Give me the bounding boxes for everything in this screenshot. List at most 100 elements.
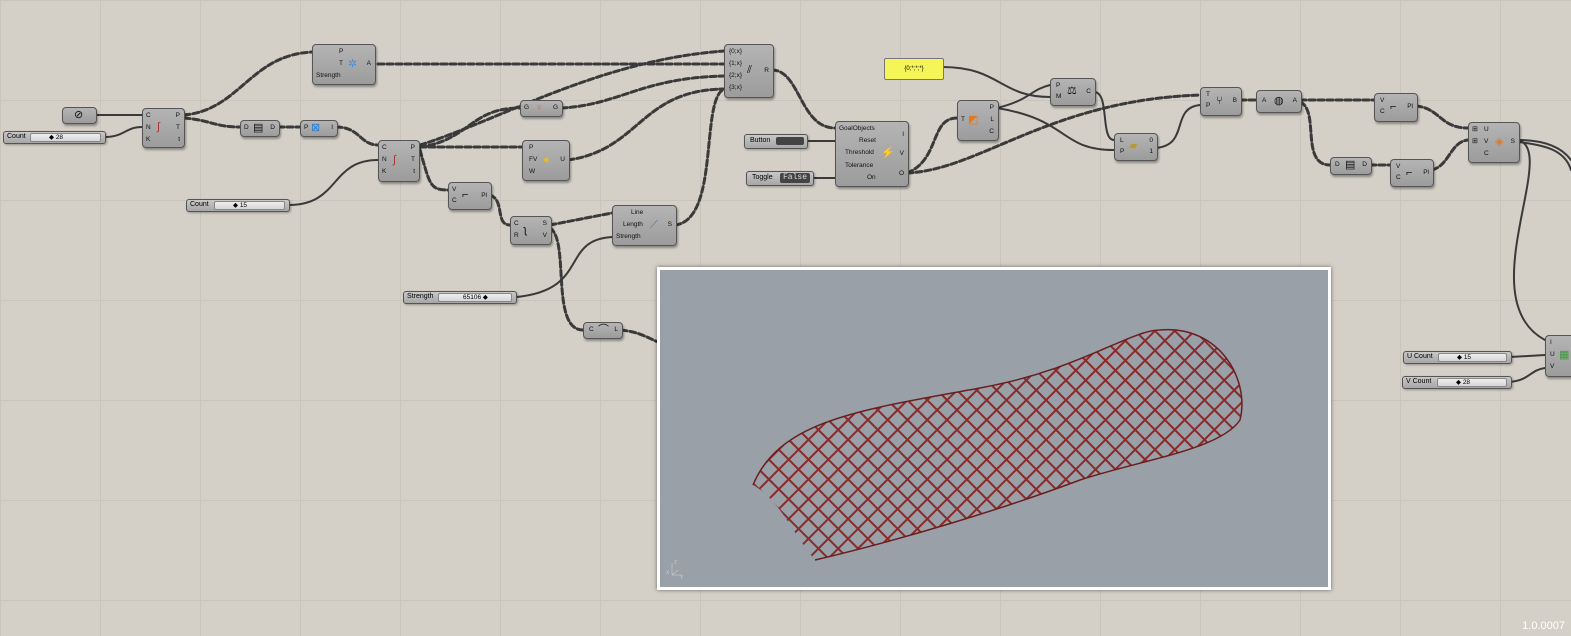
output-pin-1: 1 xyxy=(1149,148,1153,155)
vector-plane-component-1[interactable]: V C ⌐ Pl xyxy=(448,182,492,210)
data-icon: ▤ xyxy=(1345,159,1356,171)
add-input-icon[interactable]: ⊞ xyxy=(1472,137,1478,145)
output-pin-a: A xyxy=(366,60,371,67)
slider-label: Count xyxy=(7,133,26,140)
input-pin-reset: Reset xyxy=(859,137,876,144)
slider-label: Count xyxy=(190,201,209,208)
branch-icon: ⑂ xyxy=(1216,95,1223,107)
ring-icon: ⊘ xyxy=(74,109,84,121)
output-pin-p: P xyxy=(410,144,415,151)
input-pin-p: P xyxy=(339,48,344,55)
count-slider-mid[interactable]: Count ◆ 15 xyxy=(186,199,290,212)
divide-curve-component[interactable]: C N K ∫ P T t xyxy=(142,108,185,148)
input-pin-w: W xyxy=(529,168,536,175)
input-pin-t: T xyxy=(961,116,965,123)
output-pin-r: R xyxy=(764,67,769,74)
kangaroo-solver-component[interactable]: GoalObjects Reset Threshold Tolerance On… xyxy=(835,121,909,187)
axis-label-y: Y xyxy=(680,575,684,581)
data-component-2[interactable]: D ▤ D xyxy=(1330,157,1372,175)
merge-component[interactable]: {0;x} {1;x} {2;x} {3;x} ⫽ R xyxy=(724,44,774,98)
slider-value: 15 xyxy=(1463,354,1472,361)
output-pin-v: V xyxy=(899,150,904,157)
vector-plane-component-2[interactable]: V C ⌐ Pl xyxy=(1374,93,1418,122)
point-component[interactable]: P ⊠ I xyxy=(300,120,338,137)
output-pin-b: B xyxy=(1232,97,1237,104)
length-icon: ⟋ xyxy=(650,219,658,231)
button-face[interactable] xyxy=(776,137,804,145)
input-pin-2x: {2;x} xyxy=(729,72,743,79)
strength-slider[interactable]: Strength 65106 ◆ xyxy=(403,291,517,304)
slider-track[interactable]: ◆ 15 xyxy=(1438,353,1507,362)
output-pin-i: I xyxy=(902,131,904,138)
data-component-1[interactable]: D ▤ D xyxy=(240,120,280,137)
output-pin-d: D xyxy=(270,124,275,131)
input-pin-n: N xyxy=(146,124,151,131)
vector-plane-component-3[interactable]: V C ⌐ Pl xyxy=(1390,159,1434,187)
slider-track[interactable]: ◆ 15 xyxy=(214,201,285,210)
bulb-icon: ● xyxy=(543,154,550,166)
tree-branch-component[interactable]: T P ⑂ B xyxy=(1200,87,1242,116)
text-panel[interactable]: {0;*;*;*} xyxy=(884,58,944,80)
shatter-icon: ʅ xyxy=(524,224,527,236)
v-count-slider[interactable]: V Count ◆ 28 xyxy=(1402,376,1512,389)
rhino-viewport[interactable]: Z X Y xyxy=(657,267,1331,590)
divide-icon: ∫ xyxy=(393,154,397,166)
kangaroo-icon: ⚡ xyxy=(881,147,895,159)
input-pin-threshold: Threshold xyxy=(845,149,874,156)
input-pin-v: V xyxy=(1550,363,1555,370)
tree-statistics-component[interactable]: T ◩ P L C xyxy=(957,100,999,141)
input-pin-fv: FV xyxy=(529,156,538,163)
input-pin-3x: {3;x} xyxy=(729,84,743,91)
boolean-button[interactable]: Button xyxy=(744,134,808,149)
output-pin-s: S xyxy=(667,221,672,228)
slider-track[interactable]: ◆ 28 xyxy=(30,133,101,142)
output-pin-pl: Pl xyxy=(1407,103,1413,110)
output-pin-pl: Pl xyxy=(481,192,487,199)
output-pin-s: S xyxy=(1510,138,1515,145)
curve-length-component[interactable]: C ⌒ L xyxy=(583,322,623,339)
slider-track[interactable]: ◆ 28 xyxy=(1437,378,1507,387)
divide-icon: ∫ xyxy=(157,121,161,133)
u-count-slider[interactable]: U Count ◆ 15 xyxy=(1403,351,1512,364)
anchor-icon: ✲ xyxy=(348,58,358,70)
divide-curve-component-2[interactable]: C N K ∫ P T t xyxy=(378,140,420,182)
input-pin-p: P xyxy=(529,144,534,151)
slider-value: 65106 xyxy=(463,294,482,301)
input-pin-p: P xyxy=(1120,148,1125,155)
viewport-screen[interactable]: Z X Y xyxy=(660,270,1328,587)
surface-from-points-component[interactable]: U V C ⊞ ⊞ ◈ S xyxy=(1468,122,1520,163)
length-component[interactable]: Line Length Strength ⟋ S xyxy=(612,205,677,246)
input-pin-i: I xyxy=(1550,339,1552,346)
output-pin-g: G xyxy=(552,104,558,111)
output-pin-pl: Pl xyxy=(1423,169,1429,176)
add-input-icon[interactable]: ⊞ xyxy=(1472,125,1478,133)
output-pin-a: A xyxy=(1292,97,1297,104)
load-component[interactable]: P FV W ● U xyxy=(522,140,570,181)
flip-matrix-component[interactable]: A ◍ A xyxy=(1256,90,1302,113)
boolean-toggle[interactable]: Toggle False xyxy=(746,171,814,186)
anchor-component[interactable]: P T Strength ✲ A xyxy=(312,44,376,85)
graph-component[interactable]: G ♀ G xyxy=(520,100,563,117)
input-pin-goalobjects: GoalObjects xyxy=(839,125,875,132)
input-pin-c: C xyxy=(1396,174,1401,181)
input-pin-n: N xyxy=(382,156,387,163)
input-pin-c: C xyxy=(382,144,387,151)
list-item-component[interactable]: L P ▰ 0 1 xyxy=(1114,133,1158,161)
pin-icon: ♀ xyxy=(535,102,544,114)
match-component[interactable]: P M ⚖ C xyxy=(1050,78,1096,106)
output-pin-l: L xyxy=(614,326,618,333)
slider-track[interactable]: 65106 ◆ xyxy=(438,293,512,302)
input-pin-c: C xyxy=(514,220,519,227)
curve-param-component[interactable]: ⊘ xyxy=(62,107,97,124)
input-pin-t: T xyxy=(1206,91,1210,98)
input-pin-c: C xyxy=(1380,108,1385,115)
slider-value: 15 xyxy=(239,202,248,209)
surface-grid-component[interactable]: I U V ▦ xyxy=(1545,335,1571,377)
output-pin-s: S xyxy=(542,220,547,227)
toggle-label: Toggle xyxy=(752,174,773,181)
count-slider-top[interactable]: Count ◆ 28 xyxy=(3,131,106,144)
toggle-value[interactable]: False xyxy=(780,173,810,183)
shatter-component[interactable]: C R ʅ S V xyxy=(510,216,552,245)
input-pin-c: C xyxy=(452,197,457,204)
version-label: 1.0.0007 xyxy=(1522,620,1565,632)
